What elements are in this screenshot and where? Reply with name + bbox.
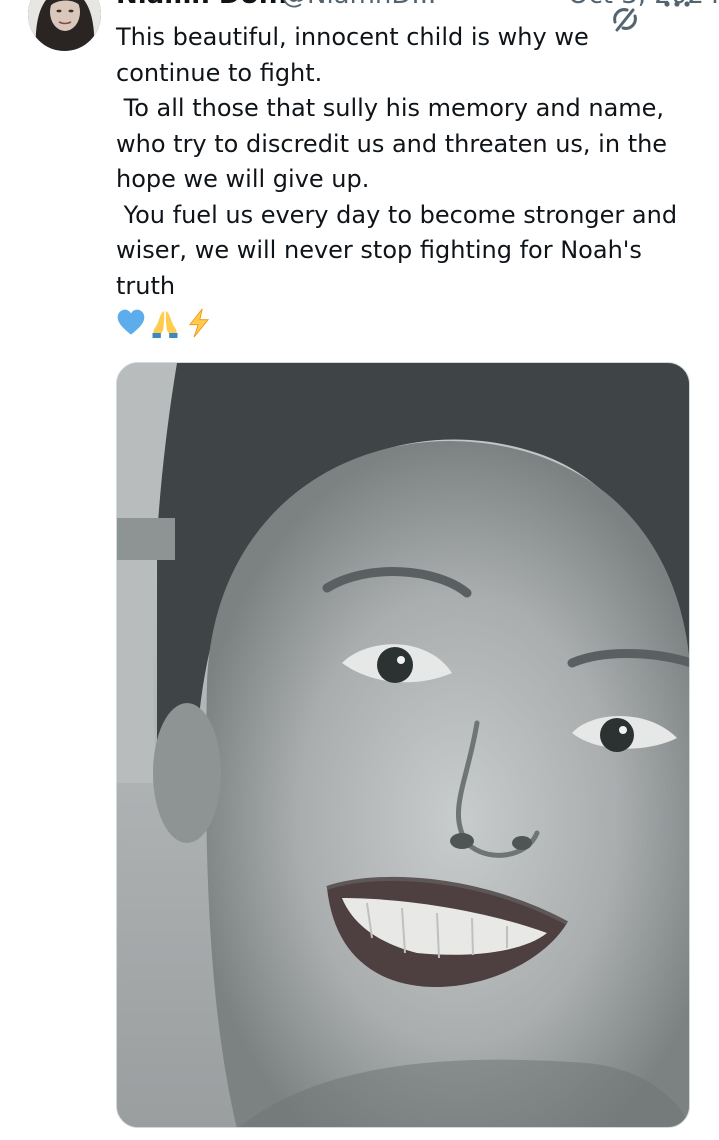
tweet-text: This beautiful, innocent child is why we… [116,23,678,300]
tweet[interactable]: Niamh Do... @NiamhD... · Oct 3, 2024 Thi… [0,0,719,1140]
avatar-image [28,0,101,51]
high-voltage-emoji [188,308,210,338]
blue-heart-emoji [117,309,145,335]
avatar[interactable] [28,0,101,51]
tweet-photo[interactable] [116,362,690,1128]
folded-hands-emoji [152,311,178,338]
emoji-row [116,306,214,340]
author-display-name[interactable]: Niamh Do... [116,0,288,12]
header-separator: · [548,0,556,12]
tweet-date[interactable]: Oct 3, 2024 [568,0,719,12]
author-handle[interactable]: @NiamhD... [281,0,436,12]
child-portrait-photo [117,363,689,1127]
